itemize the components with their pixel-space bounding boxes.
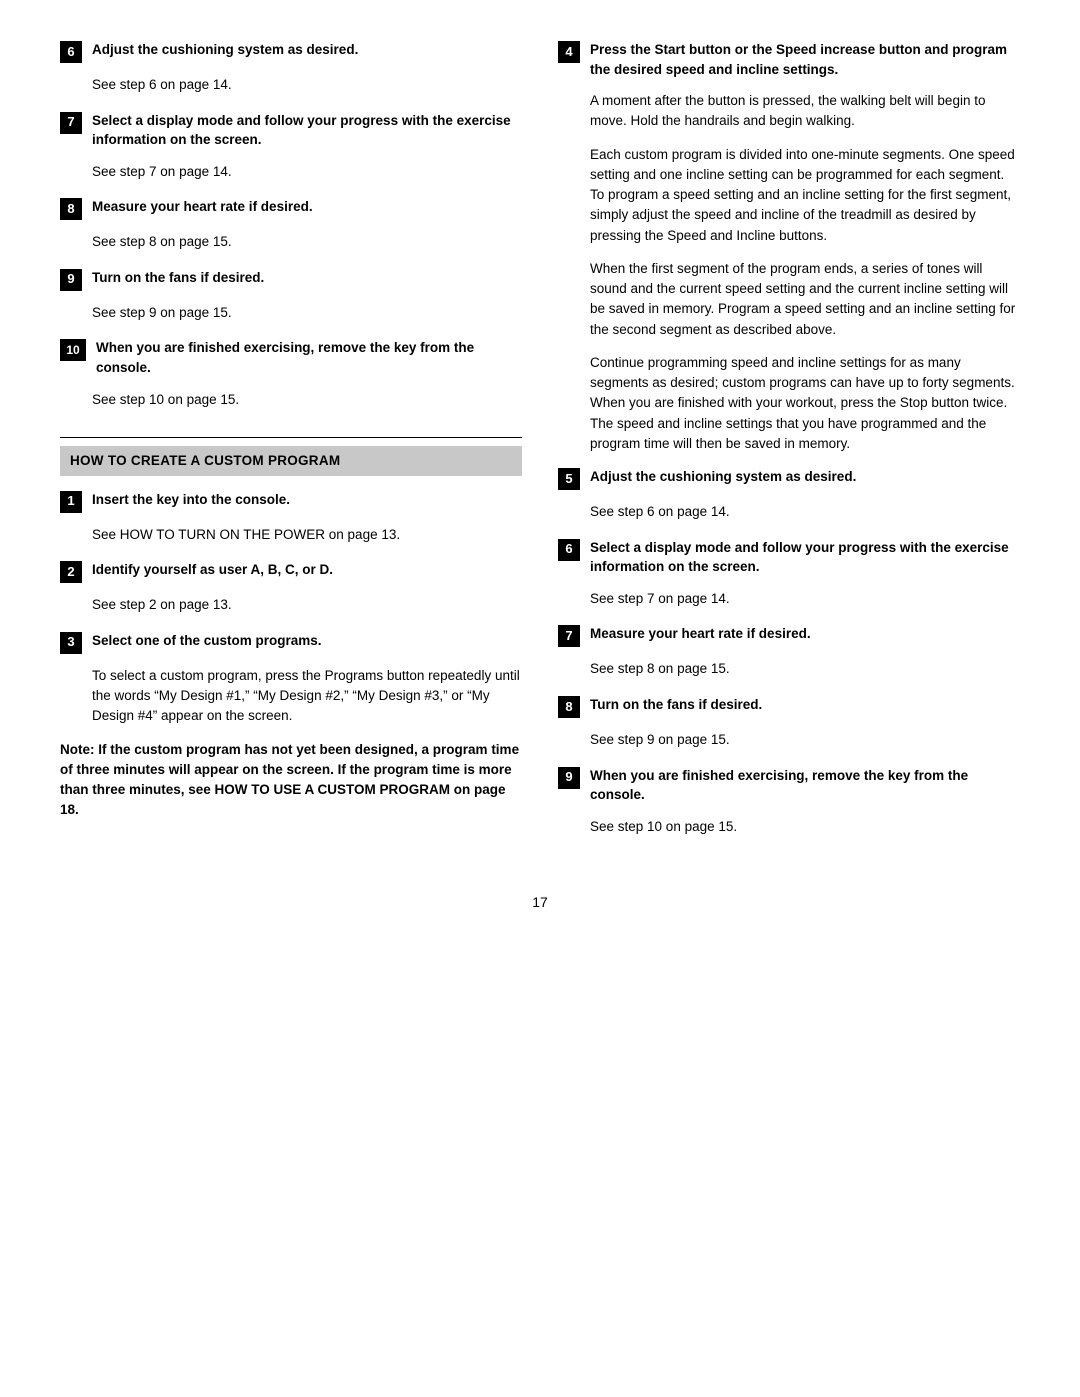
step-number-7-top: 7 — [60, 112, 82, 134]
step-text-6-top: Adjust the cushioning system as desired. — [92, 40, 522, 60]
step-3-body: To select a custom program, press the Pr… — [92, 666, 522, 727]
step-text-1: Insert the key into the console. — [92, 490, 522, 510]
page-number: 17 — [60, 892, 1020, 912]
see-step-9-top: See step 9 on page 15. — [92, 303, 522, 323]
step-text-3: Select one of the custom programs. — [92, 631, 522, 651]
step-6-top: 6 Adjust the cushioning system as desire… — [60, 40, 522, 63]
step-number-8-top: 8 — [60, 198, 82, 220]
step-number-2: 2 — [60, 561, 82, 583]
see-step-6-right: See step 7 on page 14. — [590, 589, 1020, 609]
step-1: 1 Insert the key into the console. — [60, 490, 522, 513]
step-number-6-top: 6 — [60, 41, 82, 63]
see-step-1: See HOW TO TURN ON THE POWER on page 13. — [92, 525, 522, 545]
see-step-6-top: See step 6 on page 14. — [92, 75, 522, 95]
left-column: 6 Adjust the cushioning system as desire… — [60, 40, 522, 852]
step-4: 4 Press the Start button or the Speed in… — [558, 40, 1020, 79]
see-step-2: See step 2 on page 13. — [92, 595, 522, 615]
step-number-10-top: 10 — [60, 339, 86, 361]
step-3: 3 Select one of the custom programs. — [60, 631, 522, 654]
step-6-right: 6 Select a display mode and follow your … — [558, 538, 1020, 577]
step-text-2: Identify yourself as user A, B, C, or D. — [92, 560, 522, 580]
see-step-8-right: See step 9 on page 15. — [590, 730, 1020, 750]
step-2: 2 Identify yourself as user A, B, C, or … — [60, 560, 522, 583]
see-step-9-right: See step 10 on page 15. — [590, 817, 1020, 837]
step-9-top: 9 Turn on the fans if desired. — [60, 268, 522, 291]
step-number-6-right: 6 — [558, 539, 580, 561]
step-8-right: 8 Turn on the fans if desired. — [558, 695, 1020, 718]
step-text-7-right: Measure your heart rate if desired. — [590, 624, 1020, 644]
right-column: 4 Press the Start button or the Speed in… — [558, 40, 1020, 852]
step-text-5-right: Adjust the cushioning system as desired. — [590, 467, 1020, 487]
step-number-8-right: 8 — [558, 696, 580, 718]
see-step-8-top: See step 8 on page 15. — [92, 232, 522, 252]
step-7-right: 7 Measure your heart rate if desired. — [558, 624, 1020, 647]
step-text-6-right: Select a display mode and follow your pr… — [590, 538, 1020, 577]
step-8-top: 8 Measure your heart rate if desired. — [60, 197, 522, 220]
step-text-8-top: Measure your heart rate if desired. — [92, 197, 522, 217]
step-5-right: 5 Adjust the cushioning system as desire… — [558, 467, 1020, 490]
section-header: HOW TO CREATE A CUSTOM PROGRAM — [60, 446, 522, 476]
step-number-4: 4 — [558, 41, 580, 63]
see-step-7-top: See step 7 on page 14. — [92, 162, 522, 182]
step-4-para-4: Continue programming speed and incline s… — [590, 353, 1020, 454]
step-number-1: 1 — [60, 491, 82, 513]
step-4-paras: A moment after the button is pressed, th… — [590, 91, 1020, 454]
step-text-9-right: When you are finished exercising, remove… — [590, 766, 1020, 805]
see-step-10-top: See step 10 on page 15. — [92, 390, 522, 410]
step-number-9-top: 9 — [60, 269, 82, 291]
see-step-5-right: See step 6 on page 14. — [590, 502, 1020, 522]
step-9-right: 9 When you are finished exercising, remo… — [558, 766, 1020, 805]
note: Note: If the custom program has not yet … — [60, 740, 522, 821]
step-number-3: 3 — [60, 632, 82, 654]
see-step-7-right: See step 8 on page 15. — [590, 659, 1020, 679]
step-4-para-3: When the first segment of the program en… — [590, 259, 1020, 340]
section-divider — [60, 437, 522, 438]
step-number-7-right: 7 — [558, 625, 580, 647]
step-text-10-top: When you are finished exercising, remove… — [96, 338, 522, 377]
step-4-para-2: Each custom program is divided into one-… — [590, 145, 1020, 246]
step-text-8-right: Turn on the fans if desired. — [590, 695, 1020, 715]
step-text-7-top: Select a display mode and follow your pr… — [92, 111, 522, 150]
step-10-top: 10 When you are finished exercising, rem… — [60, 338, 522, 377]
step-number-9-right: 9 — [558, 767, 580, 789]
step-text-4: Press the Start button or the Speed incr… — [590, 40, 1020, 79]
step-7-top: 7 Select a display mode and follow your … — [60, 111, 522, 150]
step-number-5-right: 5 — [558, 468, 580, 490]
step-text-9-top: Turn on the fans if desired. — [92, 268, 522, 288]
step-4-para-1: A moment after the button is pressed, th… — [590, 91, 1020, 132]
